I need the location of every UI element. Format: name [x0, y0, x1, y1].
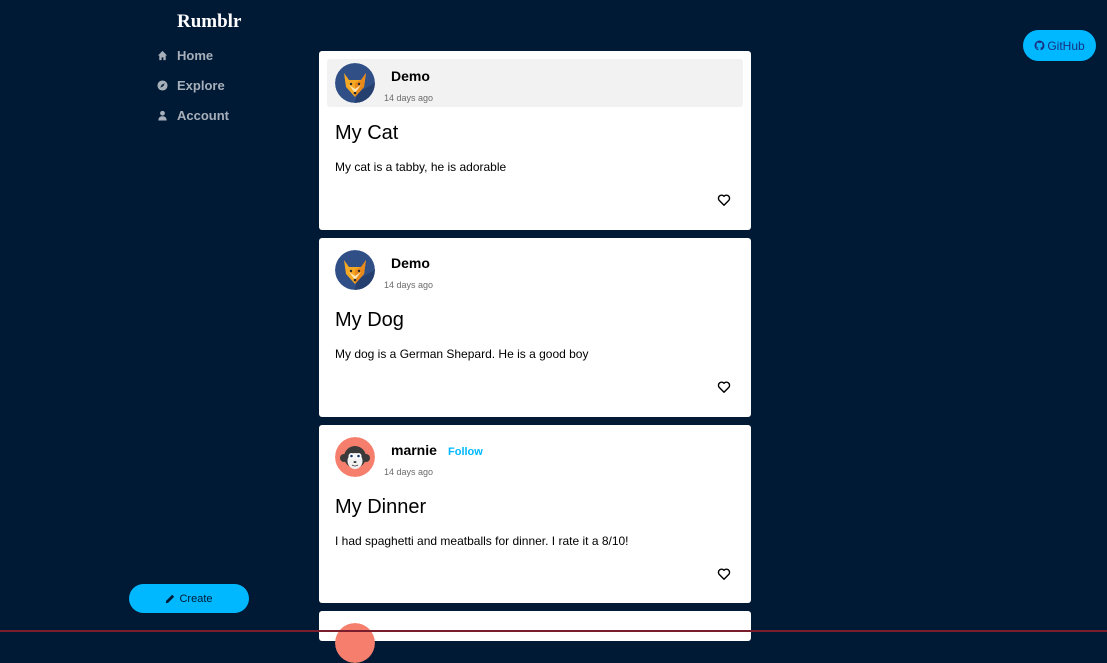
brand-logo[interactable]: Rumblr	[177, 11, 241, 33]
sidebar-nav: Home Explore Account	[156, 40, 229, 130]
post-title: My Dog	[335, 309, 404, 331]
post-username[interactable]: Demo	[391, 68, 430, 84]
sidebar-item-label: Account	[177, 107, 229, 123]
monkey-avatar[interactable]	[335, 437, 375, 477]
like-heart-icon[interactable]	[717, 380, 731, 394]
post-username[interactable]: marnie	[391, 442, 437, 458]
post-card: Demo 14 days ago My Dog My dog is a Germ…	[319, 238, 751, 417]
user-icon	[156, 109, 168, 121]
create-button-label: Create	[179, 592, 213, 605]
sidebar-item-home[interactable]: Home	[156, 40, 229, 70]
post-card	[319, 611, 751, 663]
follow-button[interactable]: Follow	[448, 446, 483, 458]
post-header[interactable]: Demo 14 days ago	[327, 246, 743, 294]
pencil-icon	[166, 594, 175, 603]
post-timestamp: 14 days ago	[384, 280, 434, 290]
github-icon	[1034, 40, 1045, 51]
post-title: My Cat	[335, 122, 399, 144]
like-heart-icon[interactable]	[717, 193, 731, 207]
post-card: Demo 14 days ago My Cat My cat is a tabb…	[319, 51, 751, 230]
home-icon	[156, 49, 168, 61]
post-card: marnie Follow 14 days ago My Dinner I ha…	[319, 425, 751, 603]
post-timestamp: 14 days ago	[384, 93, 434, 103]
post-body: I had spaghetti and meatballs for dinner…	[335, 534, 629, 548]
post-body: My dog is a German Shepard. He is a good…	[335, 347, 589, 361]
fox-avatar[interactable]	[335, 63, 375, 103]
sidebar-item-account[interactable]: Account	[156, 100, 229, 130]
create-button[interactable]: Create	[129, 584, 249, 613]
post-timestamp: 14 days ago	[384, 467, 434, 477]
like-heart-icon[interactable]	[717, 567, 731, 581]
sidebar-item-label: Home	[177, 47, 214, 63]
sidebar-item-explore[interactable]: Explore	[156, 70, 229, 100]
post-header[interactable]: marnie Follow 14 days ago	[327, 433, 743, 481]
post-body: My cat is a tabby, he is adorable	[335, 160, 507, 174]
monkey-avatar[interactable]	[335, 623, 375, 663]
github-button[interactable]: GitHub	[1023, 30, 1096, 61]
post-header[interactable]: Demo 14 days ago	[327, 59, 743, 107]
post-username[interactable]: Demo	[391, 255, 430, 271]
compass-icon	[156, 79, 168, 91]
post-title: My Dinner	[335, 496, 427, 518]
github-button-label: GitHub	[1047, 38, 1085, 53]
sidebar-item-label: Explore	[177, 77, 225, 93]
fox-avatar[interactable]	[335, 250, 375, 290]
